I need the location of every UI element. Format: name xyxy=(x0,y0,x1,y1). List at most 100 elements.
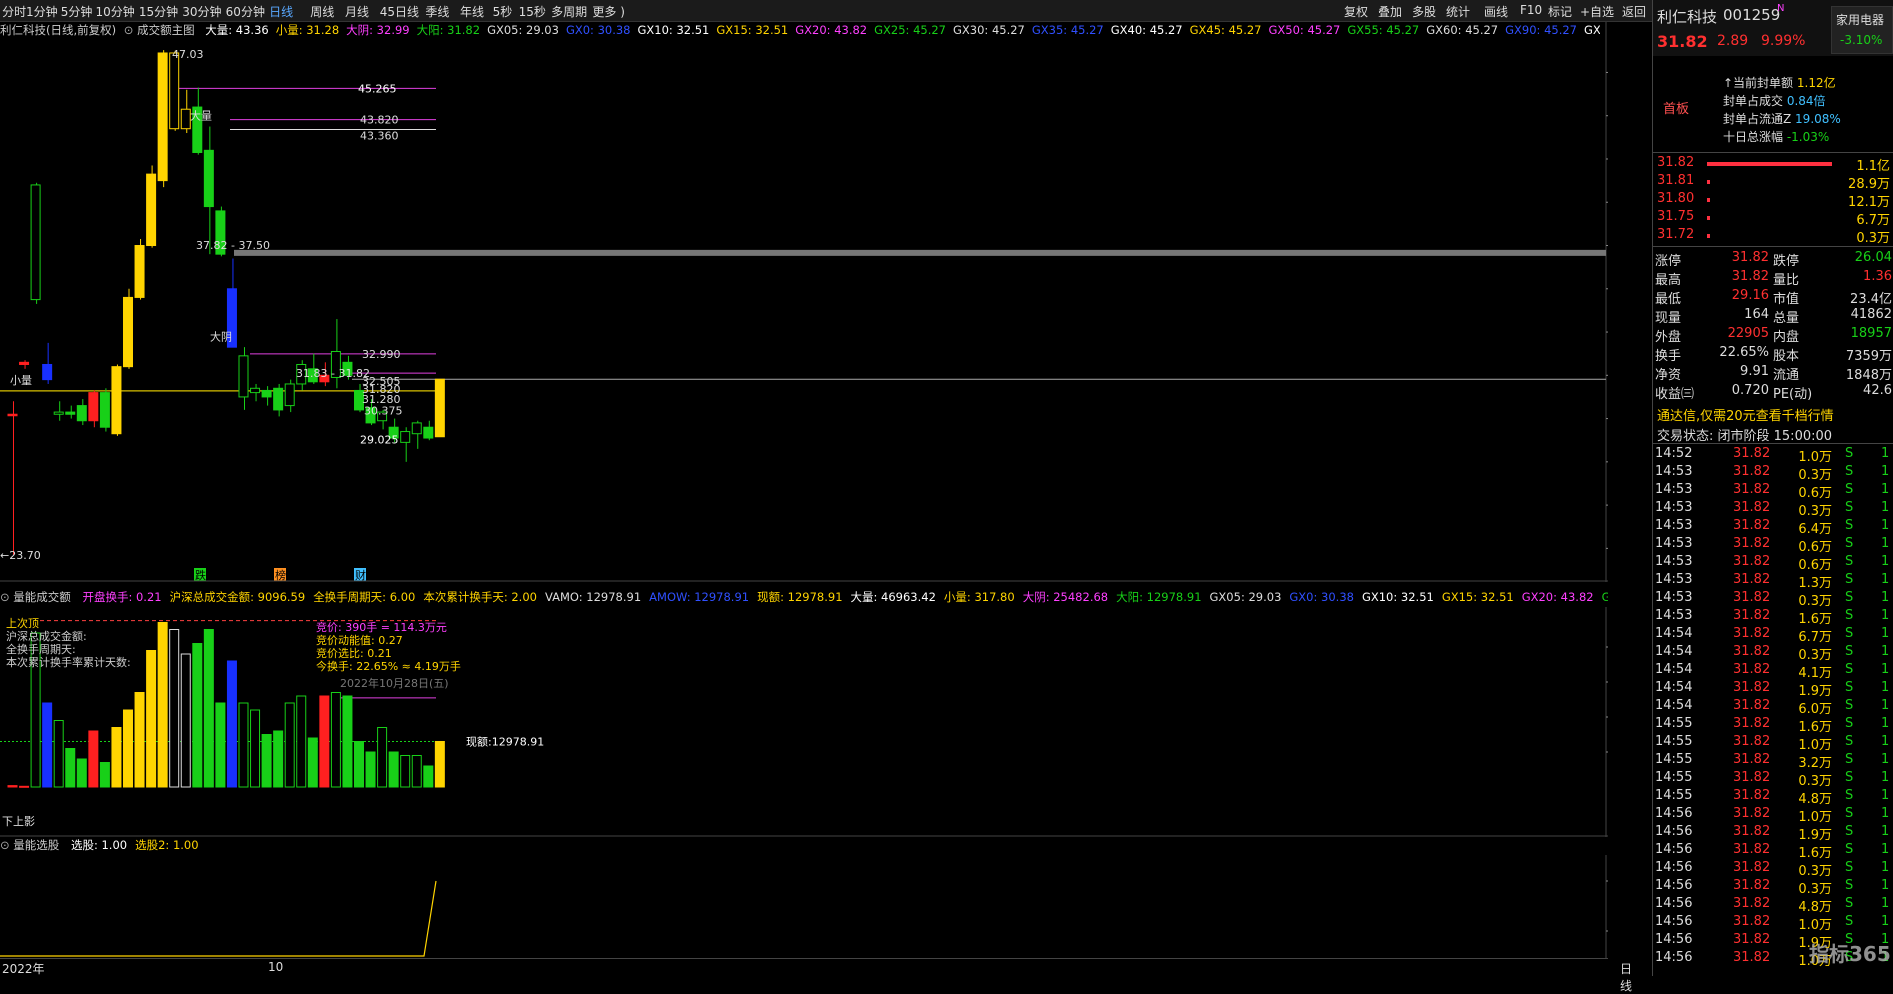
volume-bar[interactable] xyxy=(53,720,64,788)
candle-body[interactable] xyxy=(42,363,53,381)
period-tab-1[interactable]: 1分钟 xyxy=(26,3,58,20)
candle-body[interactable] xyxy=(99,392,110,428)
toolbar-button-1[interactable]: 叠加 xyxy=(1378,3,1402,20)
toolbar-button-7[interactable]: +自选 xyxy=(1580,3,1614,20)
volume-bar[interactable] xyxy=(330,692,341,788)
volume-bar[interactable] xyxy=(307,737,318,788)
promo-text[interactable]: 通达信,仅需20元查看千档行情 xyxy=(1657,405,1834,424)
volume-indicator-name[interactable]: 量能成交额 xyxy=(13,590,71,604)
selection-chart[interactable]: 1.000.50 xyxy=(0,855,1608,958)
period-label[interactable]: 日线 xyxy=(1620,960,1632,994)
volume-bar[interactable] xyxy=(273,730,284,788)
toolbar-button-5[interactable]: F10 xyxy=(1520,3,1542,17)
volume-bar[interactable] xyxy=(284,702,295,788)
candle-body[interactable] xyxy=(111,366,122,435)
period-tab-3[interactable]: 10分钟 xyxy=(95,3,134,20)
volume-bar[interactable] xyxy=(88,730,99,788)
period-tab-14[interactable]: 15秒 xyxy=(519,3,546,20)
candle-body[interactable] xyxy=(250,387,261,394)
period-tab-4[interactable]: 15分钟 xyxy=(139,3,178,20)
candle-body[interactable] xyxy=(123,296,133,368)
volume-bar[interactable] xyxy=(123,709,133,788)
volume-bar[interactable] xyxy=(250,709,261,788)
volume-bar[interactable] xyxy=(388,751,399,788)
bid-row[interactable]: 31.75 6.7万 xyxy=(1655,209,1892,228)
volume-bar[interactable] xyxy=(134,692,145,788)
volume-bar[interactable] xyxy=(65,748,76,788)
volume-bar[interactable] xyxy=(400,755,411,788)
period-tab-0[interactable]: 分时 xyxy=(2,3,26,20)
toolbar-button-6[interactable]: 标记 xyxy=(1548,3,1572,20)
volume-bar[interactable] xyxy=(423,765,434,788)
period-tab-12[interactable]: 年线 xyxy=(460,3,484,20)
volume-bar[interactable] xyxy=(7,785,18,788)
volume-bar[interactable] xyxy=(261,734,272,788)
candle-body[interactable] xyxy=(273,387,284,411)
volume-bar[interactable] xyxy=(99,762,110,788)
period-tab-13[interactable]: 5秒 xyxy=(493,3,513,20)
toolbar-button-2[interactable]: 多股 xyxy=(1412,3,1436,20)
period-tab-16[interactable]: 更多 ) xyxy=(592,3,625,20)
bid-row[interactable]: 31.82 1.1亿 xyxy=(1655,155,1892,174)
candle-body[interactable] xyxy=(30,184,41,301)
period-tab-7[interactable]: 日线 xyxy=(269,3,293,20)
volume-bar[interactable] xyxy=(203,629,214,788)
candle-body[interactable] xyxy=(261,389,272,398)
candle-body[interactable] xyxy=(180,108,191,130)
candle-body[interactable] xyxy=(76,405,87,422)
dropdown-icon[interactable]: ⊙ xyxy=(124,23,134,37)
candle-body[interactable] xyxy=(423,426,434,439)
volume-chart[interactable]: 40000300002000010000竞价: 390手 = 114.3万元竞价… xyxy=(0,607,1608,837)
volume-bar[interactable] xyxy=(365,751,376,788)
indicator-name[interactable]: 成交额主图 xyxy=(137,23,195,37)
candle-body[interactable] xyxy=(411,422,422,435)
volume-bar[interactable] xyxy=(42,702,53,788)
period-tab-6[interactable]: 60分钟 xyxy=(226,3,265,20)
volume-bar[interactable] xyxy=(296,695,307,788)
period-tab-5[interactable]: 30分钟 xyxy=(182,3,221,20)
volume-bar[interactable] xyxy=(157,622,168,788)
volume-bar[interactable] xyxy=(319,695,330,788)
volume-bar[interactable] xyxy=(411,755,422,788)
period-tab-9[interactable]: 月线 xyxy=(345,3,369,20)
candle-body[interactable] xyxy=(238,355,249,398)
candle-body[interactable] xyxy=(157,52,168,182)
candle-body[interactable] xyxy=(7,413,18,417)
period-tab-8[interactable]: 周线 xyxy=(310,3,334,20)
volume-bar[interactable] xyxy=(342,695,353,788)
toolbar-button-3[interactable]: 统计 xyxy=(1446,3,1470,20)
period-tab-11[interactable]: 季线 xyxy=(425,3,449,20)
selection-indicator-name[interactable]: 量能选股 xyxy=(13,838,59,852)
candle-body[interactable] xyxy=(203,149,214,208)
candle-body[interactable] xyxy=(134,245,145,298)
candle-body[interactable] xyxy=(400,431,411,443)
candle-body[interactable] xyxy=(146,173,157,247)
toolbar-button-0[interactable]: 复权 xyxy=(1344,3,1368,20)
volume-bar[interactable] xyxy=(354,741,364,788)
candle-body[interactable] xyxy=(284,383,295,407)
candle-body[interactable] xyxy=(434,378,445,438)
volume-bar[interactable] xyxy=(238,702,249,788)
bid-row[interactable]: 31.80 12.1万 xyxy=(1655,191,1892,210)
collapse-icon[interactable]: ⊙ xyxy=(0,590,10,604)
volume-bar[interactable] xyxy=(215,702,226,788)
volume-bar[interactable] xyxy=(434,741,445,788)
candlestick-chart[interactable]: 46.0044.0042.0040.0038.0036.0034.0032.00… xyxy=(0,22,1608,582)
candle-body[interactable] xyxy=(65,411,76,415)
volume-bar[interactable] xyxy=(19,785,30,788)
period-tab-15[interactable]: 多周期 xyxy=(551,3,587,20)
candle-body[interactable] xyxy=(88,392,99,422)
volume-bar[interactable] xyxy=(226,660,237,788)
bid-row[interactable]: 31.81 28.9万 xyxy=(1655,173,1892,192)
volume-bar[interactable] xyxy=(146,650,157,788)
volume-bar[interactable] xyxy=(169,629,180,788)
period-tab-2[interactable]: 5分钟 xyxy=(61,3,93,20)
tick-list[interactable]: 14:52 31.82 1.0万 S 1 14:53 31.82 0.3万 S 1 14:53 31.… xyxy=(1653,443,1893,977)
volume-bar[interactable] xyxy=(377,727,388,788)
sector-box[interactable]: 家用电器 -3.10% xyxy=(1831,6,1893,54)
toolbar-button-4[interactable]: 画线 xyxy=(1484,3,1508,20)
volume-bar[interactable] xyxy=(111,727,122,788)
candle-body[interactable] xyxy=(53,411,64,415)
candle-body[interactable] xyxy=(19,361,30,365)
volume-bar[interactable] xyxy=(76,758,87,788)
